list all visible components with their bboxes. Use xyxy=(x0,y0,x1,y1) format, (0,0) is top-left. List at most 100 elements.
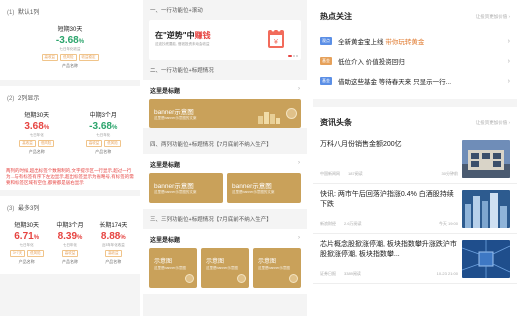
annotation-note: 两列的时候,超出标签个数限制的,文字提示区一行显示,超过一行为...与有标签有序… xyxy=(6,168,134,185)
block-title: 这里是标题 xyxy=(150,163,181,169)
category-badge: 观点 xyxy=(320,37,332,45)
product-card[interactable]: 长期174天 8.88% 近3年年化收益 高收益 产品名称 xyxy=(93,217,134,268)
news-time: 30分钟前 xyxy=(441,171,458,176)
product-foot: 产品名称 xyxy=(95,149,112,154)
product-foot: 产品名称 xyxy=(62,63,78,68)
hot-item[interactable]: 基金 低位介入 价值投资回归 › xyxy=(313,51,517,71)
section-header: (3) 最多3列 xyxy=(0,196,140,217)
product-name: 短期30天 xyxy=(57,27,83,33)
banner[interactable]: 示意图 这里是banner示意图 xyxy=(253,248,301,288)
tag: 低风险 xyxy=(60,54,77,61)
tag: 3+7天 xyxy=(9,250,26,257)
banner[interactable]: banner示意图 这里是banner示意图的文案 xyxy=(149,99,301,128)
news-title: 资讯头条 xyxy=(320,118,352,127)
section-title: 最多3列 xyxy=(18,206,40,212)
rate-description: 七日年化 xyxy=(19,243,34,247)
banner-layout-panel: 一、一行功能位+滚动 在"逆势"中赚钱 这波抄底要趁, 借钱投资未动会收益 ¥ … xyxy=(143,0,307,316)
screen-root: (1) 默认1列 短期30天 -3.68% 七日年化收益 高收益 低风险 收益稳… xyxy=(0,0,517,316)
check-icon xyxy=(185,274,194,283)
banner-subtitle: 这里是banner示意图 xyxy=(206,266,238,270)
rate-description: 七日年化 xyxy=(62,243,77,247)
news-header: 资讯头条 让投资更加价值 › xyxy=(313,107,517,134)
banner-title: banner示意图 xyxy=(154,183,194,190)
news-headline: 快讯: 两市午后回落沪指涨0.4% 白酒股持续下跌 xyxy=(320,191,454,208)
hot-text: 低位介入 价值投资回归 xyxy=(338,59,405,66)
news-item[interactable]: 万科八月份销售金额200亿 中国新闻网 187阅读 30分钟前 xyxy=(313,134,517,184)
banner[interactable]: banner示意图 这里是banner示意图的文案 xyxy=(149,173,223,203)
calendar-illustration-icon: ¥ xyxy=(268,28,284,48)
product-rate: 8.39% xyxy=(57,231,83,242)
product-rate: 8.88% xyxy=(100,231,126,242)
check-icon xyxy=(286,108,297,119)
rate-description: 七日年化 xyxy=(96,133,111,137)
block-title: 这里是标题 xyxy=(150,238,181,244)
more-link[interactable]: 让投资更加价值 › xyxy=(476,120,510,126)
svg-text:¥: ¥ xyxy=(274,39,278,46)
section-title: 三、三列功能位+标题情况【7月底前不纳入生产】 xyxy=(143,209,307,229)
tag: 高收益 xyxy=(41,54,58,61)
carousel-banner[interactable]: 在"逆势"中赚钱 这波抄底要趁, 借钱投资未动会收益 ¥ xyxy=(149,20,301,60)
product-card[interactable]: 短期30天 3.68% 七日年化 高收益 低风险 产品名称 xyxy=(6,107,68,158)
tag: 收益稳定 xyxy=(78,54,99,61)
chevron-right-icon: › xyxy=(298,160,300,166)
city-skyline-thumbnail xyxy=(462,190,510,228)
block-header[interactable]: 这里是标题 › xyxy=(143,154,307,173)
carousel-indicator[interactable] xyxy=(288,55,298,57)
news-time: 10-23 21:00 xyxy=(436,271,458,276)
product-card[interactable]: 短期30天 6.71% 七日年化 3+7天 低风险 产品名称 xyxy=(6,217,47,268)
news-source: 中国新闻网 xyxy=(320,171,340,176)
section-number: (1) xyxy=(7,10,15,16)
news-reads: 187阅读 xyxy=(348,171,363,176)
hot-header: 热点关注 让投资更加价值 › xyxy=(313,0,517,31)
banner-title: banner示意图 xyxy=(232,183,272,190)
product-name: 短期30天 xyxy=(14,223,39,229)
chevron-right-icon: › xyxy=(298,86,300,92)
block-title: 这里是标题 xyxy=(150,89,181,95)
chevron-right-icon: › xyxy=(507,37,510,45)
section-three-column: (3) 最多3列 短期30天 6.71% 七日年化 3+7天 低风险 产品名称 中… xyxy=(0,196,140,274)
banner[interactable]: 示意图 这里是banner示意图 xyxy=(149,248,197,288)
category-badge: 基金 xyxy=(320,77,332,85)
banner-subtitle: 这里是banner示意图的文案 xyxy=(154,190,197,194)
block-header[interactable]: 这里是标题 › xyxy=(143,229,307,248)
tag: 低风险 xyxy=(27,250,44,257)
product-rate: 3.68% xyxy=(24,121,50,132)
banner-subtitle: 这波抄底要趁, 借钱投资未动会收益 xyxy=(155,42,210,46)
chevron-right-icon: › xyxy=(507,77,510,85)
hot-text: 借助这些基金 等待春天来 只显示一行... xyxy=(338,79,452,86)
banner-subtitle: 这里是banner示意图 xyxy=(154,266,186,270)
section-two-column: (2) 2列显示 短期30天 3.68% 七日年化 高收益 低风险 产品名称 中期… xyxy=(0,86,140,190)
block-header[interactable]: 这里是标题 › xyxy=(143,80,307,99)
news-panel: 热点关注 让投资更加价值 › 观点 全新黄金宝上线 带你玩转黄金 › 基金 低位… xyxy=(313,0,517,316)
news-headline: 芯片概念股掀涨停潮, 板块指数攀升涨跌沪市股掀涨停潮, 板块指数攀... xyxy=(320,241,457,258)
banner-subtitle: 这里是banner示意图的文案 xyxy=(232,190,275,194)
product-name: 中期3个月 xyxy=(89,113,117,119)
news-headline: 万科八月份销售金额200亿 xyxy=(320,141,402,148)
hot-title: 热点关注 xyxy=(320,12,352,21)
hot-item[interactable]: 观点 全新黄金宝上线 带你玩转黄金 › xyxy=(313,31,517,51)
product-foot: 产品名称 xyxy=(18,259,35,264)
hot-item[interactable]: 基金 借助这些基金 等待春天来 只显示一行... › xyxy=(313,71,517,91)
check-icon xyxy=(237,274,246,283)
product-name: 长期174天 xyxy=(99,223,128,229)
product-card[interactable]: 中期3个月 -3.68% 七日年化 高收益 低风险 产品名称 xyxy=(73,107,135,158)
section-title: 一、一行功能位+滚动 xyxy=(143,0,307,20)
tag: 高收益 xyxy=(61,250,79,257)
section-title: 二、一行功能位+标题情况 xyxy=(143,60,307,80)
section-one-column: (1) 默认1列 短期30天 -3.68% 七日年化收益 高收益 低风险 收益稳… xyxy=(0,0,140,80)
tag: 高收益 xyxy=(19,140,36,147)
product-rate: 6.71% xyxy=(14,231,40,242)
check-icon xyxy=(289,274,298,283)
product-card[interactable]: 短期30天 -3.68% 七日年化收益 高收益 低风险 收益稳定 产品名称 xyxy=(6,21,134,72)
tag: 高收益 xyxy=(105,250,122,257)
more-link[interactable]: 让投资更加价值 › xyxy=(476,14,510,20)
section-title: 默认1列 xyxy=(18,10,40,16)
tag: 低风险 xyxy=(104,140,121,147)
banner[interactable]: banner示意图 这里是banner示意图的文案 xyxy=(227,173,301,203)
tag-list: 高收益 低风险 收益稳定 xyxy=(6,54,134,61)
banner[interactable]: 示意图 这里是banner示意图 xyxy=(201,248,249,288)
news-item[interactable]: 快讯: 两市午后回落沪指涨0.4% 白酒股持续下跌 新浪财经 2.6万阅读 今天 1… xyxy=(313,184,517,234)
news-item[interactable]: 芯片概念股掀涨停潮, 板块指数攀升涨跌沪市股掀涨停潮, 板块指数攀... 证券日… xyxy=(313,234,517,284)
product-card[interactable]: 中期3个月 8.39% 七日年化 高收益 产品名称 xyxy=(49,217,90,268)
product-foot: 产品名称 xyxy=(105,259,122,264)
